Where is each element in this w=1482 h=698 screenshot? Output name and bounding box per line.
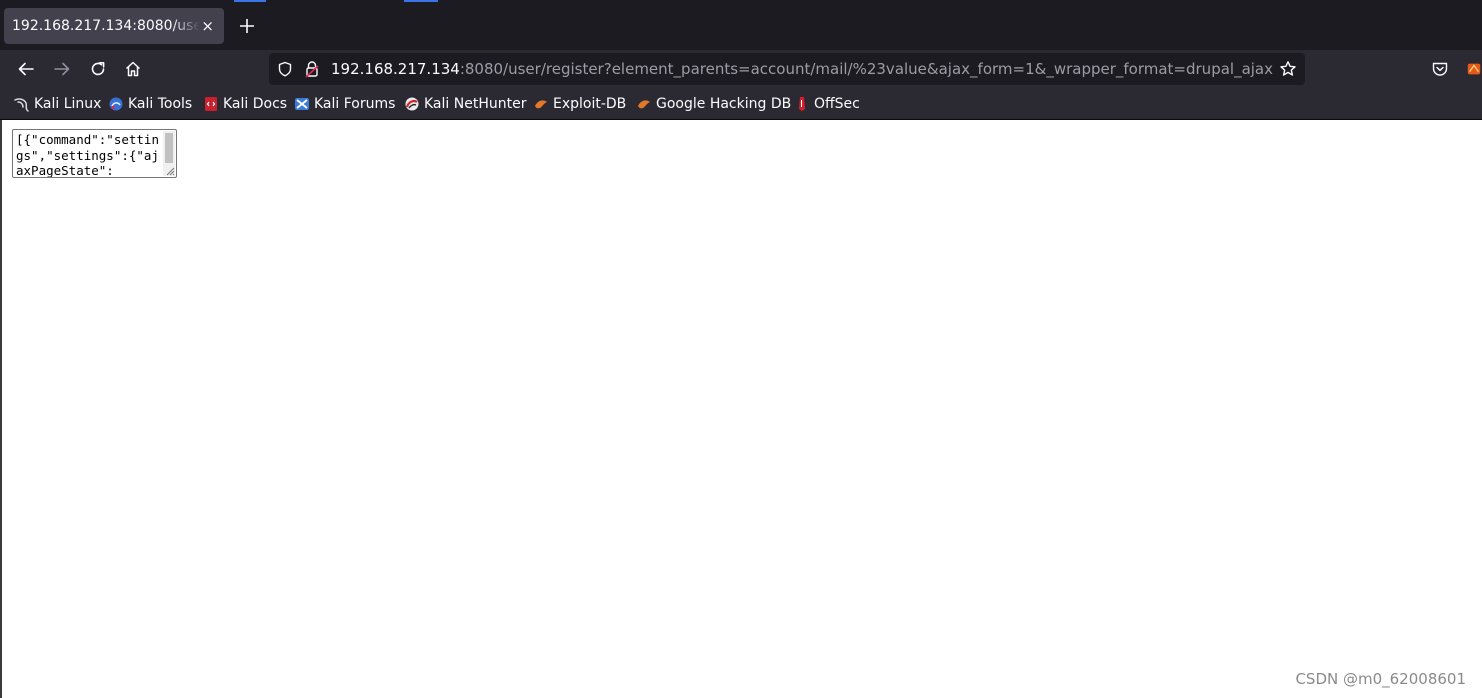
kali-tools-icon bbox=[108, 96, 124, 112]
browser-window: 192.168.217.134:8080/user/register?eleme… bbox=[0, 0, 1482, 698]
reload-icon bbox=[91, 62, 105, 76]
insecure-lock-icon[interactable] bbox=[305, 60, 319, 78]
bookmark-label: Kali Forums bbox=[314, 96, 396, 112]
bookmark-exploit-db[interactable]: Exploit-DB bbox=[533, 94, 626, 114]
plus-icon bbox=[240, 19, 254, 33]
bookmark-kali-tools[interactable]: Kali Tools bbox=[108, 94, 192, 114]
home-button[interactable] bbox=[123, 59, 143, 79]
offsec-icon bbox=[794, 96, 810, 112]
bookmark-offsec[interactable]: OffSec bbox=[794, 94, 860, 114]
resize-grip-icon[interactable] bbox=[165, 166, 175, 176]
star-bookmark-icon[interactable] bbox=[1279, 60, 1297, 78]
bookmark-label: OffSec bbox=[814, 96, 860, 112]
bookmark-label: Kali Linux bbox=[34, 96, 102, 112]
bookmark-label: Google Hacking DB bbox=[656, 96, 792, 112]
nav-toolbar: 192.168.217.134:8080/user/register?eleme… bbox=[0, 50, 1482, 88]
tab-indicator bbox=[404, 0, 438, 2]
extension-button[interactable] bbox=[1466, 59, 1482, 79]
tracking-protection-shield-icon[interactable] bbox=[277, 61, 293, 77]
close-tab-icon[interactable]: × bbox=[201, 17, 214, 35]
url-path: :8080/user/register?element_parents=acco… bbox=[459, 60, 1273, 78]
extension-icon bbox=[1467, 63, 1481, 75]
bookmark-label: Kali Tools bbox=[128, 96, 193, 112]
bookmark-label: Exploit-DB bbox=[553, 96, 627, 112]
new-tab-button[interactable] bbox=[238, 17, 256, 35]
home-icon bbox=[125, 61, 141, 77]
pocket-icon bbox=[1432, 62, 1448, 76]
arrow-left-icon bbox=[18, 62, 34, 76]
arrow-right-icon bbox=[54, 62, 70, 76]
bookmark-label: Kali NetHunter bbox=[424, 96, 527, 112]
page-content: [{"command":"settings","settings":{"ajax… bbox=[0, 120, 1482, 698]
bookmark-kali-linux[interactable]: Kali Linux bbox=[14, 94, 101, 114]
back-button[interactable] bbox=[16, 59, 36, 79]
bookmark-kali-forums[interactable]: Kali Forums bbox=[294, 94, 395, 114]
bookmark-kali-nethunter[interactable]: Kali NetHunter bbox=[404, 94, 526, 114]
tab-strip: 192.168.217.134:8080/user/register?eleme… bbox=[0, 0, 1482, 50]
ghdb-icon bbox=[636, 96, 652, 112]
response-textarea[interactable]: [{"command":"settings","settings":{"ajax… bbox=[12, 129, 177, 178]
url-text[interactable]: 192.168.217.134:8080/user/register?eleme… bbox=[331, 60, 1273, 78]
nethunter-icon bbox=[404, 96, 420, 112]
reload-button[interactable] bbox=[88, 59, 108, 79]
url-host: 192.168.217.134 bbox=[331, 60, 460, 78]
bookmark-label: Kali Docs bbox=[223, 96, 288, 112]
kali-docs-icon bbox=[203, 96, 219, 112]
response-text: [{"command":"settings","settings":{"ajax… bbox=[16, 132, 159, 178]
bookmark-google-hacking-db[interactable]: Google Hacking DB bbox=[636, 94, 791, 114]
bookmark-kali-docs[interactable]: Kali Docs bbox=[203, 94, 287, 114]
forward-button[interactable] bbox=[52, 59, 72, 79]
watermark: CSDN @m0_62008601 bbox=[1295, 670, 1466, 688]
tab-title: 192.168.217.134:8080/user/register?eleme… bbox=[12, 18, 200, 34]
pocket-button[interactable] bbox=[1430, 59, 1450, 79]
tab-indicator bbox=[234, 0, 266, 2]
address-bar[interactable]: 192.168.217.134:8080/user/register?eleme… bbox=[269, 53, 1305, 85]
kali-forums-icon bbox=[294, 96, 310, 112]
tab-active[interactable]: 192.168.217.134:8080/user/register?eleme… bbox=[4, 8, 224, 44]
scrollbar-thumb[interactable] bbox=[165, 133, 173, 163]
exploit-db-icon bbox=[533, 96, 549, 112]
bookmarks-toolbar: Kali Linux Kali Tools Kali Docs Kali For… bbox=[0, 88, 1482, 120]
kali-dragon-icon bbox=[14, 96, 30, 112]
